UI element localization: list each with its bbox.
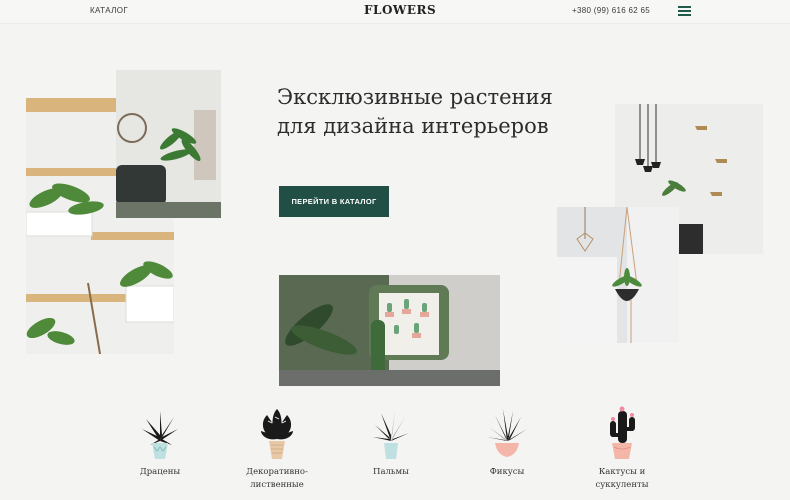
photo-living-room <box>116 70 221 218</box>
site-header: КАТАЛОГ FLOWERS +380 (99) 616 62 65 <box>0 0 790 24</box>
category-palms[interactable]: Пальмы <box>341 407 441 479</box>
category-decorative-leaf[interactable]: Декоративно-лиственные <box>227 407 327 492</box>
category-cacti[interactable]: Кактусы и суккуленты <box>572 403 672 492</box>
cactus-icon <box>610 406 635 459</box>
phone-number[interactable]: +380 (99) 616 62 65 <box>572 6 650 15</box>
decorative-plant-icon <box>261 409 293 459</box>
menu-icon[interactable] <box>678 6 691 16</box>
category-dracaena[interactable]: Драцены <box>110 407 210 479</box>
category-label: Драцены <box>139 467 181 477</box>
category-label: Пальмы <box>373 467 409 477</box>
palm-icon <box>373 411 409 459</box>
category-ficus[interactable]: Фикусы <box>457 407 557 479</box>
photo-sofa-cacti <box>279 275 500 386</box>
hero-title: Эксклюзивные растения для дизайна интерь… <box>277 85 553 138</box>
dracaena-icon <box>142 411 178 459</box>
site-logo[interactable]: FLOWERS <box>364 3 436 17</box>
category-label: Декоративно-лиственные <box>246 467 308 490</box>
nav-catalog-link[interactable]: КАТАЛОГ <box>90 6 128 15</box>
plant-categories: Драцены Декоративно-лиственные Пальмы Фи… <box>0 403 790 500</box>
ficus-icon <box>487 409 527 457</box>
go-to-catalog-button[interactable]: ПЕРЕЙТИ В КАТАЛОГ <box>279 186 389 217</box>
photo-hanging-plant <box>557 207 679 343</box>
category-label: Фикусы <box>489 467 525 477</box>
category-label: Кактусы и суккуленты <box>595 467 649 490</box>
